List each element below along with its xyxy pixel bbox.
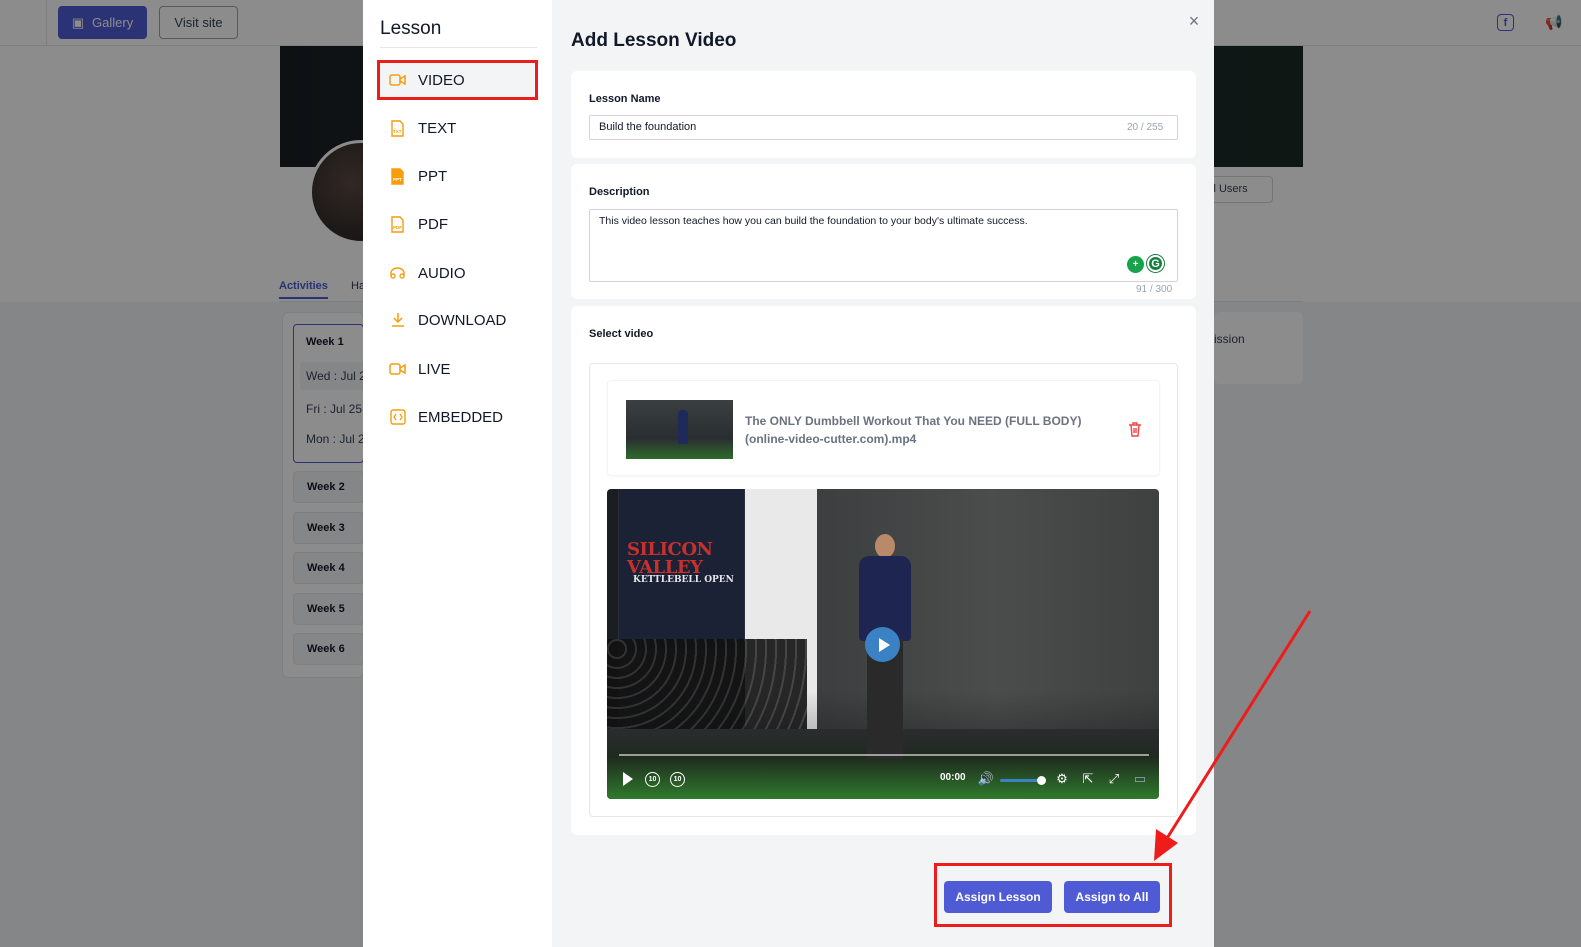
sidebar-divider [380, 47, 537, 48]
svg-text:TXT: TXT [393, 129, 402, 134]
lesson-type-embedded[interactable]: EMBEDDED [377, 397, 538, 437]
volume-slider[interactable] [1000, 779, 1041, 782]
volume-icon[interactable]: 🔊 [977, 770, 995, 788]
file-name-line2: (online-video-cutter.com).mp4 [745, 432, 917, 446]
lesson-type-label: TEXT [418, 119, 457, 137]
selected-video-item: The ONLY Dumbbell Workout That You NEED … [607, 380, 1160, 476]
add-lesson-modal: Lesson VIDEO TXT TEXT PPT PPT PDF PDF AU… [363, 0, 1214, 947]
video-file-name: The ONLY Dumbbell Workout That You NEED … [745, 412, 1105, 448]
lesson-type-label: PPT [418, 167, 448, 185]
lesson-type-sidebar: Lesson VIDEO TXT TEXT PPT PPT PDF PDF AU… [363, 0, 552, 947]
volume-knob[interactable] [1037, 776, 1046, 785]
forward-icon[interactable]: 10 [670, 772, 685, 787]
select-video-label: Select video [589, 328, 654, 340]
embed-icon [389, 409, 406, 426]
description-label: Description [589, 186, 650, 198]
fullscreen-icon[interactable]: ⤢ [1105, 770, 1123, 788]
lesson-type-label: AUDIO [418, 264, 466, 282]
lesson-name-label: Lesson Name [589, 93, 661, 105]
banner-title: SILICON VALLEY [627, 539, 713, 578]
lesson-type-live[interactable]: LIVE [377, 349, 538, 389]
lesson-type-label: VIDEO [418, 71, 465, 89]
ppt-file-icon: PPT [389, 167, 406, 185]
close-icon[interactable]: × [1185, 12, 1203, 30]
description-counter: 91 / 300 [1136, 284, 1173, 295]
video-thumbnail [626, 400, 733, 459]
select-video-card: Select video The ONLY Dumbbell Workout T… [571, 306, 1196, 835]
pdf-file-icon: PDF [389, 215, 406, 233]
lesson-type-ppt[interactable]: PPT PPT [377, 156, 538, 196]
ai-assist-icon[interactable]: + [1127, 256, 1144, 273]
progress-bar[interactable] [619, 754, 1149, 756]
lesson-type-label: DOWNLOAD [418, 311, 507, 329]
annotation-arrow [1154, 610, 1312, 861]
video-icon [389, 72, 406, 89]
player-controls: 10 10 00:00 🔊 ⚙ ⇱ ⤢ ▭ [607, 767, 1159, 793]
dumbbell-rack [607, 639, 807, 734]
settings-icon[interactable]: ⚙ [1053, 770, 1071, 788]
lesson-name-input[interactable]: Build the foundation [589, 115, 1178, 140]
description-textarea[interactable]: This video lesson teaches how you can bu… [589, 209, 1178, 282]
file-name-line1: The ONLY Dumbbell Workout That You NEED … [745, 414, 1082, 428]
live-video-icon [389, 361, 406, 378]
download-icon [389, 312, 406, 329]
txt-file-icon: TXT [389, 119, 406, 137]
lesson-name-counter: 20 / 255 [1127, 122, 1164, 133]
big-play-button[interactable] [865, 627, 900, 662]
lesson-name-card: Lesson Name Build the foundation 20 / 25… [571, 71, 1196, 158]
lesson-type-label: EMBEDDED [418, 408, 504, 426]
lesson-type-label: PDF [418, 215, 448, 233]
lesson-type-label: LIVE [418, 360, 451, 378]
trash-icon[interactable] [1128, 421, 1142, 437]
svg-text:PDF: PDF [393, 225, 402, 230]
lesson-type-pdf[interactable]: PDF PDF [377, 204, 538, 244]
time-display: 00:00 [940, 772, 966, 783]
lesson-type-video[interactable]: VIDEO [377, 60, 538, 100]
description-card: Description This video lesson teaches ho… [571, 164, 1196, 299]
annotation-highlight-box [934, 863, 1172, 927]
banner-subtitle: KETTLEBELL OPEN [633, 575, 734, 585]
rewind-icon[interactable]: 10 [645, 772, 660, 787]
video-container: The ONLY Dumbbell Workout That You NEED … [589, 363, 1178, 817]
grammarly-icon[interactable]: G [1147, 255, 1164, 272]
audio-icon [389, 265, 406, 282]
popout-icon[interactable]: ⇱ [1079, 770, 1097, 788]
play-icon[interactable] [619, 770, 637, 788]
modal-title: Add Lesson Video [571, 30, 737, 51]
lesson-type-text[interactable]: TXT TEXT [377, 108, 538, 148]
video-player[interactable]: SILICON VALLEY KETTLEBELL OPEN 10 10 00:… [607, 489, 1159, 799]
lesson-type-audio[interactable]: AUDIO [377, 253, 538, 293]
lesson-type-download[interactable]: DOWNLOAD [377, 300, 538, 340]
svg-text:PPT: PPT [393, 177, 402, 182]
lesson-sidebar-title: Lesson [380, 18, 442, 39]
